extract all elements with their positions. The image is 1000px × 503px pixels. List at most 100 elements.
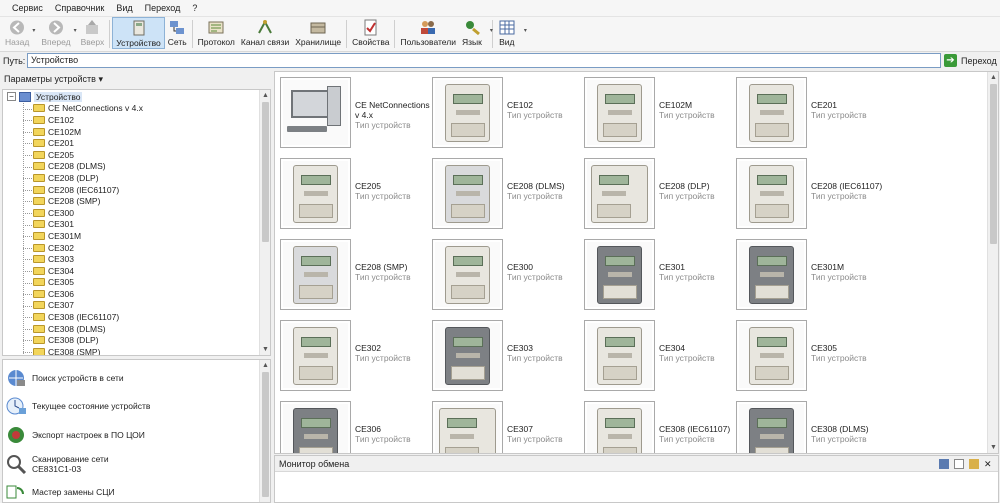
menu-navigate[interactable]: Переход xyxy=(139,0,187,17)
device-name: CE304 Тип устройств xyxy=(659,343,735,363)
scroll-up-icon[interactable]: ▲ xyxy=(260,90,270,101)
tree-item[interactable]: CE306 xyxy=(3,288,259,300)
device-thumbnail xyxy=(280,239,351,310)
tree-item[interactable]: CE208 (DLP) xyxy=(3,172,259,184)
language-dropdown-icon[interactable]: ▾ xyxy=(490,27,493,34)
device-thumbnail xyxy=(736,77,807,148)
device-tile[interactable]: CE305 Тип устройств xyxy=(734,315,884,391)
task-label: Экспорт настроек в ПО ЦОИ xyxy=(32,430,145,440)
tree-item[interactable]: CE201 xyxy=(3,137,259,149)
scroll-up-icon[interactable]: ▲ xyxy=(260,360,270,371)
menu-help[interactable]: ? xyxy=(186,0,203,17)
meter-icon xyxy=(435,242,500,307)
device-tile[interactable]: CE306 Тип устройств xyxy=(278,396,428,453)
tree-item[interactable]: CE301 xyxy=(3,219,259,231)
device-tile[interactable]: CE201 Тип устройств xyxy=(734,72,884,148)
device-tile[interactable]: CE303 Тип устройств xyxy=(430,315,580,391)
menu-reference[interactable]: Справочник xyxy=(49,0,111,17)
device-tile[interactable]: CE308 (DLMS) Тип устройств xyxy=(734,396,884,453)
device-tile[interactable]: CE307 Тип устройств xyxy=(430,396,580,453)
scroll-up-icon[interactable]: ▲ xyxy=(988,72,998,83)
device-tile[interactable]: CE304 Тип устройств xyxy=(582,315,732,391)
network-button[interactable]: Сеть xyxy=(165,17,190,50)
task-network-scan[interactable]: Сканирование сети CE831C1-03 xyxy=(5,454,109,474)
forward-dropdown-icon[interactable]: ▾ xyxy=(74,27,77,34)
device-tile[interactable]: CE301 Тип устройств xyxy=(582,234,732,310)
device-button[interactable]: Устройство xyxy=(112,17,165,49)
device-tile[interactable]: CE NetConnections v 4.x Тип устройств xyxy=(278,72,430,148)
users-button[interactable]: Пользователи xyxy=(397,17,458,50)
device-tile[interactable]: CE102 Тип устройств xyxy=(430,72,580,148)
tree-item-label: CE301M xyxy=(48,230,82,241)
forward-button[interactable]: Вперед ▾ xyxy=(38,17,77,50)
go-button[interactable]: ➔ Переход xyxy=(944,53,997,68)
device-tile[interactable]: CE208 (SMP) Тип устройств xyxy=(278,234,428,310)
task-device-status[interactable]: Текущее состояние устройств xyxy=(5,396,150,416)
storage-button[interactable]: Хранилище xyxy=(292,17,344,50)
device-tile[interactable]: CE205 Тип устройств xyxy=(278,153,428,229)
tree-item[interactable]: CE308 (IEC61107) xyxy=(3,311,259,323)
device-tile[interactable]: CE301M Тип устройств xyxy=(734,234,884,310)
save-icon[interactable] xyxy=(939,459,949,469)
tree-item[interactable]: CE301M xyxy=(3,230,259,242)
device-tile[interactable]: CE208 (DLP) Тип устройств xyxy=(582,153,732,229)
channel-button[interactable]: Канал связи xyxy=(238,17,292,50)
grid-scroll-thumb[interactable] xyxy=(990,84,997,244)
tree-item[interactable]: CE308 (DLP) xyxy=(3,334,259,346)
protocol-button[interactable]: Протокол xyxy=(195,17,238,50)
task-scroll-thumb[interactable] xyxy=(262,372,269,497)
device-tile[interactable]: CE208 (DLMS) Тип устройств xyxy=(430,153,580,229)
page-icon[interactable] xyxy=(954,459,964,469)
device-thumbnail xyxy=(584,239,655,310)
tree-item[interactable]: CE208 (IEC61107) xyxy=(3,184,259,196)
path-input[interactable]: Устройство xyxy=(27,53,941,68)
tree-item[interactable]: CE302 xyxy=(3,242,259,254)
grid-scrollbar[interactable]: ▲ ▼ xyxy=(987,72,998,453)
task-replace-wizard[interactable]: Мастер замены СЦИ xyxy=(5,482,115,502)
tree-item[interactable]: CE307 xyxy=(3,300,259,312)
device-tile[interactable]: CE308 (IEC61107) Тип устройств xyxy=(582,396,732,453)
collapse-icon[interactable]: − xyxy=(7,92,16,102)
tree-scrollbar[interactable]: ▲ ▼ xyxy=(259,90,270,355)
back-arrow-icon xyxy=(10,20,25,35)
tree-item[interactable]: CE NetConnections v 4.x xyxy=(3,103,259,115)
language-button[interactable]: Язык ▾ xyxy=(459,17,493,50)
tree-item[interactable]: CE208 (SMP) xyxy=(3,195,259,207)
task-scrollbar[interactable]: ▲ xyxy=(259,360,270,502)
tree-item[interactable]: CE304 xyxy=(3,265,259,277)
clear-icon[interactable] xyxy=(969,459,979,469)
tree-root[interactable]: − Устройство xyxy=(3,91,259,103)
device-icon xyxy=(133,20,145,36)
tree-item[interactable]: CE205 xyxy=(3,149,259,161)
meter-icon xyxy=(739,404,804,453)
tree-item[interactable]: CE208 (DLMS) xyxy=(3,161,259,173)
tree-item[interactable]: CE308 (DLMS) xyxy=(3,323,259,335)
up-button[interactable]: Вверх xyxy=(78,17,108,50)
tree-item[interactable]: CE102M xyxy=(3,126,259,138)
tree-item[interactable]: CE102 xyxy=(3,114,259,126)
tree-item[interactable]: CE305 xyxy=(3,277,259,289)
tree-item[interactable]: CE308 (SMP) xyxy=(3,346,259,355)
device-parameters-header[interactable]: Параметры устройств ▾ xyxy=(0,71,271,88)
menu-service[interactable]: Сервис xyxy=(6,0,49,17)
language-label: Язык xyxy=(461,37,482,47)
task-network-search[interactable]: Поиск устройств в сети xyxy=(5,368,124,388)
task-export-settings[interactable]: Экспорт настроек в ПО ЦОИ xyxy=(5,425,145,445)
tree-item[interactable]: CE303 xyxy=(3,253,259,265)
task-label-line2: CE831C1-03 xyxy=(32,464,82,474)
properties-button[interactable]: Свойства xyxy=(349,17,392,50)
back-button[interactable]: Назад ▾ xyxy=(2,17,35,50)
scroll-down-icon[interactable]: ▼ xyxy=(260,344,270,355)
view-button[interactable]: Вид ▾ xyxy=(495,17,527,50)
tree-scroll-thumb[interactable] xyxy=(262,102,269,242)
view-dropdown-icon[interactable]: ▾ xyxy=(524,27,527,34)
scroll-down-icon[interactable]: ▼ xyxy=(988,442,998,453)
close-icon[interactable]: ✕ xyxy=(984,459,994,469)
device-tile[interactable]: CE102M Тип устройств xyxy=(582,72,732,148)
device-tile[interactable]: CE302 Тип устройств xyxy=(278,315,428,391)
device-tile[interactable]: CE300 Тип устройств xyxy=(430,234,580,310)
tree-item[interactable]: CE300 xyxy=(3,207,259,219)
back-dropdown-icon[interactable]: ▾ xyxy=(32,27,35,34)
device-tile[interactable]: CE208 (IEC61107) Тип устройств xyxy=(734,153,884,229)
menu-view[interactable]: Вид xyxy=(110,0,138,17)
